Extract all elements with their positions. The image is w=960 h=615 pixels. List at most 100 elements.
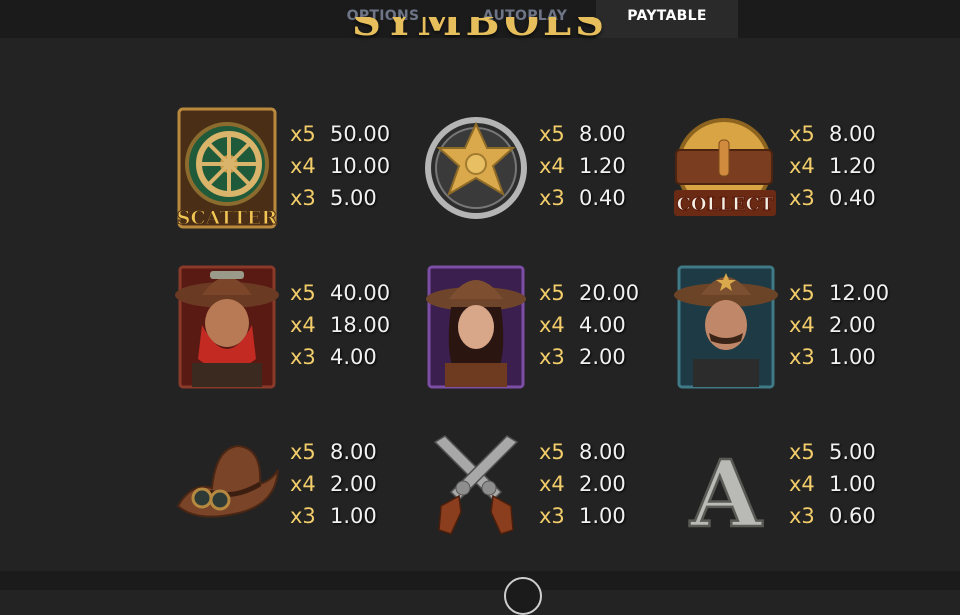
pay-row: x4 2.00 [789,309,889,341]
pay-row: x5 8.00 [290,436,377,468]
pay-row: x5 12.00 [789,277,889,309]
payout: 8.00 [829,122,876,146]
paytable-entry-collect: COLLECT x5 8.00 x4 1.20 x3 0.40 [671,104,921,244]
payout: 4.00 [330,345,377,369]
multiplier: x5 [789,122,815,146]
paytable-entry-cowgirl: x5 20.00 x4 4.00 x3 2.00 [421,263,671,403]
cowgirl-icon [421,263,531,393]
multiplier: x4 [789,472,815,496]
multiplier: x4 [539,154,565,178]
payout: 0.60 [829,504,876,528]
section-heading: SYMBOLS [0,17,960,45]
cowboy-hat-icon [172,422,282,552]
paytable-entry-sheriff: x5 12.00 x4 2.00 x3 1.00 [671,263,921,403]
pay-row: x3 5.00 [290,182,390,214]
payout: 12.00 [829,281,890,305]
pay-row: x3 4.00 [290,341,390,373]
paytable-entry-badge: x5 8.00 x4 1.20 x3 0.40 [421,104,671,244]
letter-a-glyph: A [689,440,763,548]
multiplier: x5 [789,281,815,305]
payout: 1.00 [579,504,626,528]
payout: 8.00 [579,122,626,146]
pay-row: x4 1.00 [789,468,876,500]
pay-row: x5 8.00 [789,118,876,150]
multiplier: x4 [290,472,316,496]
payout: 1.00 [829,345,876,369]
pay-row: x5 5.00 [789,436,876,468]
payout: 1.20 [579,154,626,178]
pay-list: x5 40.00 x4 18.00 x3 4.00 [290,277,390,373]
multiplier: x5 [290,122,316,146]
multiplier: x3 [539,345,565,369]
collect-label: COLLECT [677,194,774,215]
bandit-icon [172,263,282,393]
multiplier: x4 [539,313,565,337]
payout: 2.00 [579,345,626,369]
multiplier: x5 [539,122,565,146]
payout: 4.00 [579,313,626,337]
paytable-entry-scatter: SCATTER x5 50.00 x4 10.00 x3 5.00 [172,104,422,244]
payout: 2.00 [579,472,626,496]
multiplier: x3 [290,186,316,210]
payout: 1.00 [829,472,876,496]
sheriff-badge-icon [421,104,531,234]
multiplier: x4 [789,313,815,337]
payout: 50.00 [330,122,391,146]
payout: 10.00 [330,154,391,178]
pay-row: x5 8.00 [539,118,626,150]
multiplier: x5 [539,440,565,464]
multiplier: x5 [789,440,815,464]
multiplier: x4 [539,472,565,496]
pay-list: x5 8.00 x4 2.00 x3 1.00 [290,436,377,532]
multiplier: x3 [789,345,815,369]
paytable-entry-hat: x5 8.00 x4 2.00 x3 1.00 [172,422,422,562]
multiplier: x3 [290,504,316,528]
pay-row: x3 1.00 [290,500,377,532]
pay-row: x5 50.00 [290,118,390,150]
pay-row: x4 1.20 [789,150,876,182]
multiplier: x3 [789,504,815,528]
pay-list: x5 8.00 x4 1.20 x3 0.40 [789,118,876,214]
paytable-entry-bandit: x5 40.00 x4 18.00 x3 4.00 [172,263,422,403]
multiplier: x5 [290,440,316,464]
multiplier: x5 [539,281,565,305]
sheriff-icon [671,263,781,393]
multiplier: x4 [290,313,316,337]
paytable-entry-a: A x5 5.00 x4 1.00 x3 0.60 [671,422,921,562]
multiplier: x3 [789,186,815,210]
payout: 8.00 [579,440,626,464]
pay-list: x5 50.00 x4 10.00 x3 5.00 [290,118,390,214]
pay-list: x5 20.00 x4 4.00 x3 2.00 [539,277,639,373]
payout: 2.00 [829,313,876,337]
pay-row: x4 18.00 [290,309,390,341]
pay-row: x3 1.00 [789,341,889,373]
pay-row: x4 10.00 [290,150,390,182]
pay-row: x4 2.00 [290,468,377,500]
payout: 0.40 [829,186,876,210]
pay-row: x3 0.40 [789,182,876,214]
multiplier: x5 [290,281,316,305]
payout: 8.00 [330,440,377,464]
multiplier: x3 [539,186,565,210]
letter-a-icon: A [671,422,781,552]
pay-list: x5 8.00 x4 2.00 x3 1.00 [539,436,626,532]
pay-row: x5 8.00 [539,436,626,468]
pay-list: x5 8.00 x4 1.20 x3 0.40 [539,118,626,214]
pay-row: x3 0.60 [789,500,876,532]
scatter-label: SCATTER [177,207,278,229]
close-icon[interactable] [504,577,542,615]
payout: 5.00 [829,440,876,464]
multiplier: x4 [789,154,815,178]
multiplier: x4 [290,154,316,178]
scatter-wheel-icon: SCATTER [172,104,282,234]
paytable-entry-revolvers: x5 8.00 x4 2.00 x3 1.00 [421,422,671,562]
pay-row: x3 1.00 [539,500,626,532]
crossed-revolvers-icon [421,422,531,552]
bottom-bar [0,571,960,590]
pay-row: x3 2.00 [539,341,639,373]
pay-list: x5 5.00 x4 1.00 x3 0.60 [789,436,876,532]
pay-row: x5 40.00 [290,277,390,309]
pay-row: x5 20.00 [539,277,639,309]
pay-row: x3 0.40 [539,182,626,214]
multiplier: x3 [290,345,316,369]
